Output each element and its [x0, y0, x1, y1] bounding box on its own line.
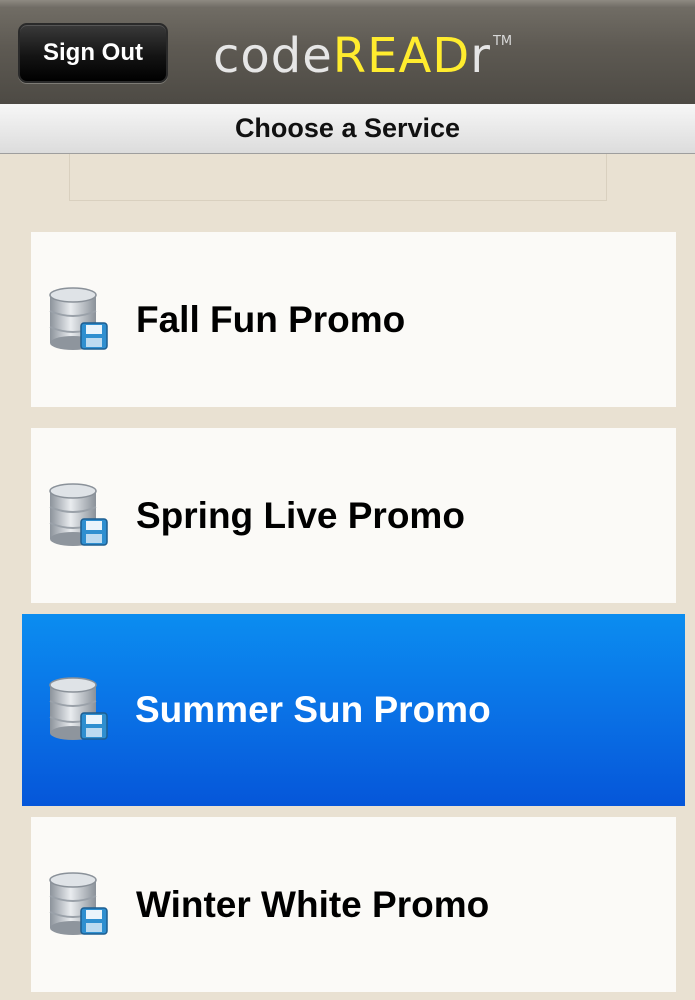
service-row-summer-sun-promo[interactable]: Summer Sun Promo	[22, 614, 685, 806]
database-save-icon	[49, 482, 108, 546]
logo-text-r: r	[470, 28, 490, 84]
logo-text-read: READ	[332, 28, 471, 84]
database-save-icon	[49, 286, 108, 350]
service-label: Fall Fun Promo	[136, 298, 406, 340]
top-nav-bar: Sign Out code READ r TM	[0, 0, 695, 105]
database-save-icon	[49, 871, 108, 935]
service-label: Summer Sun Promo	[135, 689, 491, 730]
empty-header-area	[69, 154, 607, 201]
codereadr-logo: code READ r TM	[213, 26, 512, 86]
service-row-fall-fun-promo[interactable]: Fall Fun Promo	[31, 232, 676, 407]
title-bar: Choose a Service	[0, 104, 695, 154]
service-label: Winter White Promo	[136, 883, 490, 925]
service-row-winter-white-promo[interactable]: Winter White Promo	[31, 817, 676, 992]
database-save-icon	[49, 677, 108, 740]
service-label: Spring Live Promo	[136, 494, 465, 536]
page-title: Choose a Service	[234, 113, 461, 143]
logo-text-code: code	[213, 28, 333, 84]
logo-trademark: TM	[492, 34, 513, 49]
service-row-spring-live-promo[interactable]: Spring Live Promo	[31, 428, 676, 603]
sign-out-button[interactable]: Sign Out	[18, 23, 168, 83]
